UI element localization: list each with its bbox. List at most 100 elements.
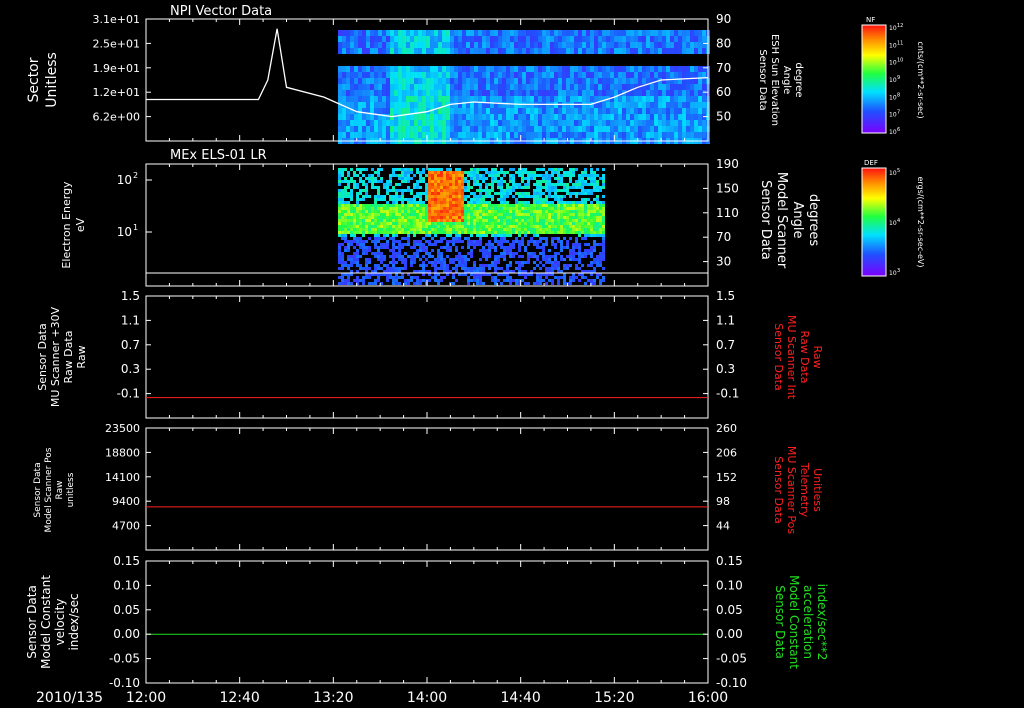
heatmap-cell [650, 102, 655, 108]
heatmap-cell [341, 189, 345, 192]
heatmap-cell [551, 171, 555, 174]
heatmap-cell [602, 258, 606, 261]
heatmap-cell [344, 282, 348, 285]
heatmap-cell [569, 252, 573, 255]
heatmap-cell [443, 171, 447, 174]
heatmap-cell [366, 78, 371, 84]
heatmap-cell [533, 204, 537, 207]
heatmap-cell [461, 213, 465, 216]
heatmap-cell [434, 267, 438, 270]
heatmap-cell [366, 36, 371, 42]
heatmap-cell [470, 114, 475, 120]
heatmap-cell [443, 183, 447, 186]
heatmap-cell [402, 72, 407, 78]
heatmap-cell [666, 36, 671, 42]
heatmap-cell [350, 213, 354, 216]
heatmap-cell [491, 216, 495, 219]
heatmap-cell [422, 237, 426, 240]
heatmap-cell [515, 222, 519, 225]
heatmap-cell [346, 42, 351, 48]
heatmap-cell [578, 261, 582, 264]
heatmap-cell [461, 264, 465, 267]
heatmap-cell [554, 207, 558, 210]
heatmap-cell [383, 198, 387, 201]
heatmap-cell [371, 183, 375, 186]
heatmap-cell [338, 171, 342, 174]
heatmap-cell [479, 213, 483, 216]
heatmap-cell [694, 120, 699, 126]
heatmap-cell [590, 180, 594, 183]
heatmap-cell [410, 84, 415, 90]
heatmap-cell [394, 114, 399, 120]
heatmap-cell [440, 171, 444, 174]
heatmap-cell [438, 42, 443, 48]
heatmap-cell [414, 120, 419, 126]
heatmap-cell [494, 210, 498, 213]
heatmap-cell [626, 102, 631, 108]
heatmap-cell [614, 72, 619, 78]
heatmap-cell [599, 210, 603, 213]
heatmap-cell [596, 198, 600, 201]
heatmap-cell [545, 219, 549, 222]
heatmap-cell [584, 252, 588, 255]
heatmap-cell [341, 213, 345, 216]
heatmap-cell [578, 132, 583, 138]
heatmap-cell [542, 198, 546, 201]
heatmap-cell [380, 267, 384, 270]
heatmap-cell [548, 255, 552, 258]
heatmap-cell [413, 198, 417, 201]
heatmap-cell [377, 219, 381, 222]
heatmap-cell [634, 48, 639, 54]
heatmap-cell [416, 171, 420, 174]
heatmap-cell [430, 84, 435, 90]
heatmap-cell [658, 96, 663, 102]
heatmap-cell [606, 66, 611, 72]
heatmap-cell [658, 126, 663, 132]
heatmap-cell [470, 132, 475, 138]
heatmap-cell [425, 198, 429, 201]
heatmap-cell [359, 231, 363, 234]
heatmap-cell [485, 189, 489, 192]
heatmap-cell [434, 228, 438, 231]
heatmap-cell [590, 231, 594, 234]
heatmap-cell [446, 78, 451, 84]
heatmap-cell [359, 168, 363, 171]
heatmap-cell [485, 213, 489, 216]
heatmap-cell [486, 108, 491, 114]
heatmap-cell [422, 228, 426, 231]
heatmap-cell [374, 204, 378, 207]
heatmap-cell [414, 36, 419, 42]
heatmap-cell [353, 258, 357, 261]
heatmap-cell [467, 246, 471, 249]
heatmap-cell [566, 222, 570, 225]
heatmap-cell [542, 279, 546, 282]
heatmap-cell [410, 36, 415, 42]
heatmap-cell [534, 90, 539, 96]
heatmap-cell [491, 231, 495, 234]
heatmap-cell [575, 222, 579, 225]
heatmap-cell [546, 108, 551, 114]
heatmap-cell [566, 189, 570, 192]
heatmap-cell [341, 204, 345, 207]
heatmap-cell [599, 225, 603, 228]
heatmap-cell [414, 90, 419, 96]
heatmap-cell [402, 78, 407, 84]
heatmap-cell [479, 240, 483, 243]
heatmap-cell [440, 222, 444, 225]
heatmap-cell [416, 219, 420, 222]
heatmap-cell [478, 72, 483, 78]
colorbar-tick-exponent: 4 [897, 218, 900, 224]
heatmap-cell [599, 261, 603, 264]
heatmap-cell [515, 267, 519, 270]
heatmap-cell [350, 84, 355, 90]
heatmap-cell [380, 222, 384, 225]
heatmap-cell [440, 240, 444, 243]
heatmap-cell [443, 267, 447, 270]
heatmap-cell [449, 180, 453, 183]
heatmap-cell [378, 132, 383, 138]
heatmap-cell [474, 72, 479, 78]
heatmap-cell [362, 228, 366, 231]
heatmap-cell [522, 78, 527, 84]
heatmap-cell [344, 228, 348, 231]
heatmap-cell [478, 30, 483, 36]
